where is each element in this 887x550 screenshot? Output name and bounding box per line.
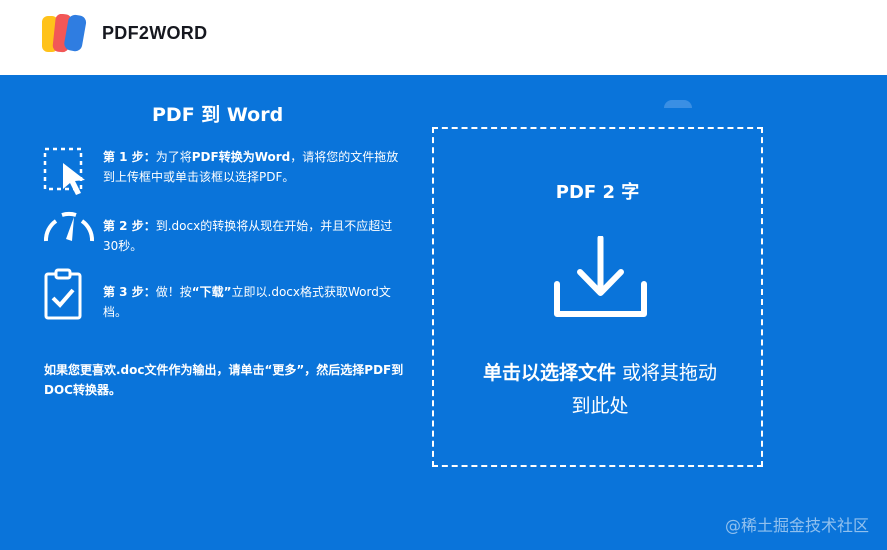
pdf2word-logo-icon[interactable] xyxy=(42,14,94,54)
step-1-text-a: 为了将 xyxy=(155,150,192,164)
clipboard-check-icon xyxy=(44,268,82,320)
step-3-text-a: 做！按 xyxy=(155,285,192,299)
step-1-text: 第 1 步：为了将PDF转换为Word，请将您的文件拖放到上传框中或单击该框以选… xyxy=(103,147,403,187)
dropzone-instruction: 单击以选择文件 或将其拖动到此处 xyxy=(474,357,726,423)
download-icon xyxy=(554,236,647,317)
steps-title: PDF 到 Word xyxy=(152,104,284,126)
doc-converter-note: 如果您更喜欢.doc文件作为输出，请单击“更多”，然后选择PDF到DOC转换器。 xyxy=(44,363,404,397)
dropzone-title: PDF 2 字 xyxy=(555,182,640,203)
dropzone-click-text: 单击以选择文件 xyxy=(482,362,616,384)
step-3-text: 第 3 步：做！按“下载”立即以.docx格式获取Word文档。 xyxy=(103,282,403,322)
upload-dropzone[interactable]: PDF 2 字 单击以选择文件 或将其拖动到此处 xyxy=(432,127,763,467)
watermark: @稀土掘金技术社区 xyxy=(724,516,869,535)
step-2-label: 第 2 步： xyxy=(103,219,156,233)
step-2-text: 第 2 步：到.docx的转换将从现在开始，并且不应超过30秒。 xyxy=(103,216,403,256)
site-header: PDF2WORD xyxy=(0,0,887,75)
cursor-select-icon xyxy=(43,147,85,195)
brand-name[interactable]: PDF2WORD xyxy=(102,23,207,44)
decorative-shape xyxy=(664,100,692,108)
step-3-label: 第 3 步： xyxy=(103,285,156,299)
gauge-icon xyxy=(44,211,94,242)
step-1-text-bold: PDF转换为Word xyxy=(191,150,291,164)
step-3-text-bold: “下载” xyxy=(191,285,232,299)
step-1-label: 第 1 步： xyxy=(103,150,156,164)
